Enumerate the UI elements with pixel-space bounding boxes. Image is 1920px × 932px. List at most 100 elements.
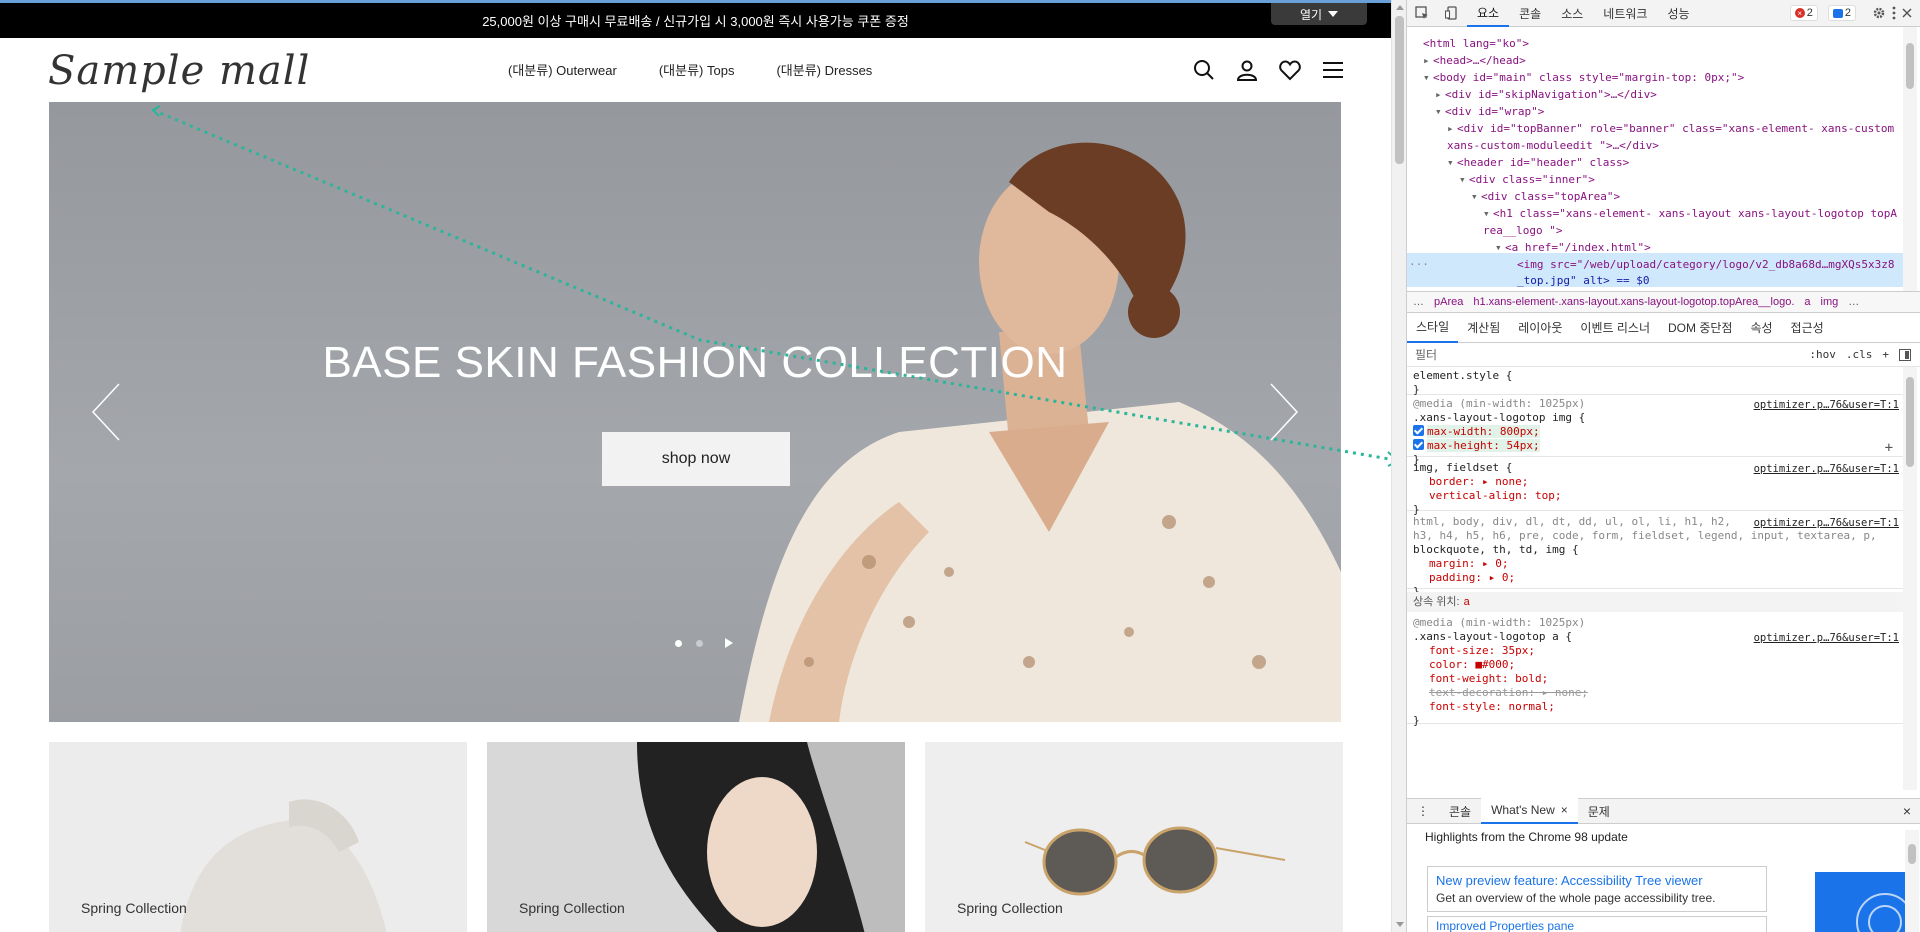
- next-slide-icon[interactable]: [1261, 382, 1301, 442]
- play-icon[interactable]: [725, 638, 733, 648]
- dom-node[interactable]: ▾ <div class="inner">: [1459, 171, 1595, 188]
- dom-node[interactable]: ▾ <h1 class="xans-element- xans-layout xa…: [1483, 205, 1897, 222]
- dom-ellipsis[interactable]: ···: [1409, 256, 1429, 273]
- tab-sources[interactable]: 소스: [1551, 0, 1593, 27]
- dom-node[interactable]: ▾ <a href="/index.html">: [1495, 239, 1651, 256]
- tab-properties[interactable]: 속성: [1741, 313, 1781, 343]
- css-property[interactable]: font-style: normal;: [1413, 700, 1897, 714]
- tab-layout[interactable]: 레이아웃: [1509, 313, 1571, 343]
- heart-icon[interactable]: [1278, 58, 1302, 82]
- close-icon[interactable]: [1902, 8, 1912, 18]
- tab-elements[interactable]: 요소: [1467, 0, 1510, 27]
- scroll-thumb[interactable]: [1906, 377, 1914, 467]
- slide-dot[interactable]: [675, 639, 682, 647]
- breadcrumb-item[interactable]: pArea: [1434, 296, 1463, 308]
- hov-toggle[interactable]: :hov: [1809, 348, 1836, 361]
- inspect-element-icon[interactable]: [1407, 0, 1437, 27]
- breadcrumb-item[interactable]: …: [1413, 296, 1424, 308]
- expand-triangle-icon[interactable]: ▸: [1435, 86, 1445, 103]
- slide-dot[interactable]: [696, 639, 703, 647]
- css-property[interactable]: font-size: 35px;: [1413, 644, 1897, 658]
- tab-performance[interactable]: 성능: [1657, 0, 1699, 27]
- css-property-overridden[interactable]: text-decoration: ▸ none;: [1413, 686, 1897, 700]
- filter-input[interactable]: 필터: [1415, 346, 1809, 363]
- css-property[interactable]: max-width: 800px;: [1427, 425, 1540, 438]
- whats-new-card-next[interactable]: Improved Properties pane: [1427, 916, 1767, 932]
- rule-source-link[interactable]: optimizer.p…76&user=T:1: [1754, 462, 1899, 476]
- drawer-tab-console[interactable]: 콘솔: [1439, 798, 1481, 824]
- collapse-triangle-icon[interactable]: ▾: [1423, 69, 1433, 86]
- dom-node[interactable]: ▾ <div id="wrap">: [1435, 103, 1544, 120]
- menu-icon[interactable]: [1321, 58, 1345, 82]
- add-property-icon[interactable]: +: [1885, 441, 1893, 455]
- breadcrumb-item[interactable]: a: [1804, 296, 1810, 308]
- scroll-thumb[interactable]: [1908, 844, 1916, 864]
- css-property[interactable]: max-height: 54px;: [1427, 439, 1540, 452]
- search-icon[interactable]: [1192, 58, 1216, 82]
- dom-node[interactable]: <html lang="ko">: [1423, 35, 1529, 52]
- styles-scrollbar[interactable]: [1903, 367, 1917, 790]
- cls-toggle[interactable]: .cls: [1846, 348, 1873, 361]
- css-property[interactable]: margin: ▸ 0;: [1413, 557, 1897, 571]
- collapse-triangle-icon[interactable]: ▾: [1483, 205, 1493, 222]
- dom-node[interactable]: ▸ <head>…</head>: [1423, 52, 1526, 69]
- tab-network[interactable]: 네트워크: [1593, 0, 1657, 27]
- drawer-tab-issues[interactable]: 문제: [1578, 798, 1620, 824]
- expand-triangle-icon[interactable]: ▸: [1423, 52, 1433, 69]
- new-rule-button[interactable]: +: [1882, 348, 1889, 361]
- drawer-tab-whats-new[interactable]: What's New ×: [1481, 798, 1578, 824]
- css-property[interactable]: padding: ▸ 0;: [1413, 571, 1897, 585]
- breadcrumb-item[interactable]: img: [1821, 296, 1839, 308]
- more-options-icon[interactable]: [1892, 6, 1896, 20]
- tab-accessibility[interactable]: 접근성: [1782, 313, 1833, 343]
- dom-node[interactable]: ▾ <div class="topArea">: [1471, 188, 1620, 205]
- scroll-down-icon[interactable]: [1396, 922, 1404, 927]
- nav-item-outerwear[interactable]: (대분류) Outerwear: [508, 60, 617, 79]
- prev-slide-icon[interactable]: [89, 382, 129, 442]
- breadcrumb-item[interactable]: h1.xans-element-.xans-layout.xans-layout…: [1473, 296, 1794, 308]
- dom-node-selected[interactable]: <img src="/web/upload/category/logo/v2_d…: [1517, 256, 1895, 273]
- user-icon[interactable]: [1235, 58, 1259, 82]
- collapse-triangle-icon[interactable]: ▾: [1471, 188, 1481, 205]
- rule-source-link[interactable]: optimizer.p…76&user=T:1: [1754, 516, 1899, 530]
- breadcrumb-item[interactable]: …: [1848, 296, 1859, 308]
- shop-now-button[interactable]: shop now: [602, 432, 790, 486]
- dom-node[interactable]: ▾ <body id="main" class style="margin-top…: [1423, 69, 1744, 86]
- toggle-sidebar-icon[interactable]: [1899, 348, 1911, 361]
- css-property[interactable]: border: ▸ none;: [1413, 475, 1897, 489]
- rule-source-link[interactable]: optimizer.p…76&user=T:1: [1754, 398, 1899, 412]
- site-logo[interactable]: Sample mall: [48, 48, 310, 94]
- collapse-triangle-icon[interactable]: ▾: [1495, 239, 1505, 256]
- tab-dom-breakpoints[interactable]: DOM 중단점: [1659, 313, 1741, 343]
- collection-card[interactable]: Spring Collection: [49, 742, 467, 932]
- site-scrollbar[interactable]: [1391, 0, 1406, 932]
- css-property[interactable]: vertical-align: top;: [1413, 489, 1897, 503]
- collection-card[interactable]: Spring Collection: [925, 742, 1343, 932]
- scroll-thumb[interactable]: [1395, 16, 1404, 164]
- tab-event-listeners[interactable]: 이벤트 리스너: [1571, 313, 1659, 343]
- dom-scrollbar[interactable]: [1903, 27, 1917, 291]
- whats-new-card-title[interactable]: New preview feature: Accessibility Tree …: [1436, 873, 1758, 888]
- collapse-triangle-icon[interactable]: ▾: [1447, 154, 1457, 171]
- tab-computed[interactable]: 계산됨: [1458, 313, 1509, 343]
- collection-card[interactable]: Spring Collection: [487, 742, 905, 932]
- scroll-thumb[interactable]: [1906, 43, 1914, 89]
- dom-node[interactable]: ▸ <div id="skipNavigation">…</div>: [1435, 86, 1657, 103]
- nav-item-tops[interactable]: (대분류) Tops: [659, 60, 735, 79]
- error-badge[interactable]: × 2: [1789, 5, 1818, 21]
- close-tab-icon[interactable]: ×: [1561, 803, 1568, 817]
- whats-new-card[interactable]: New preview feature: Accessibility Tree …: [1427, 866, 1767, 912]
- property-checkbox[interactable]: [1413, 425, 1424, 436]
- collapse-triangle-icon[interactable]: ▾: [1459, 171, 1469, 188]
- expand-triangle-icon[interactable]: ▸: [1447, 120, 1457, 137]
- gear-icon[interactable]: [1872, 6, 1886, 20]
- inherited-element-link[interactable]: a: [1464, 596, 1470, 608]
- drawer-menu-icon[interactable]: ⋮: [1407, 798, 1439, 824]
- nav-item-dresses[interactable]: (대분류) Dresses: [776, 60, 872, 79]
- rule-source-link[interactable]: optimizer.p…76&user=T:1: [1754, 631, 1899, 645]
- message-badge[interactable]: 2: [1827, 5, 1856, 21]
- close-drawer-icon[interactable]: ×: [1903, 803, 1920, 819]
- css-property[interactable]: color: ■#000;: [1413, 658, 1897, 672]
- tab-console[interactable]: 콘솔: [1509, 0, 1551, 27]
- tab-styles[interactable]: 스타일: [1407, 313, 1459, 343]
